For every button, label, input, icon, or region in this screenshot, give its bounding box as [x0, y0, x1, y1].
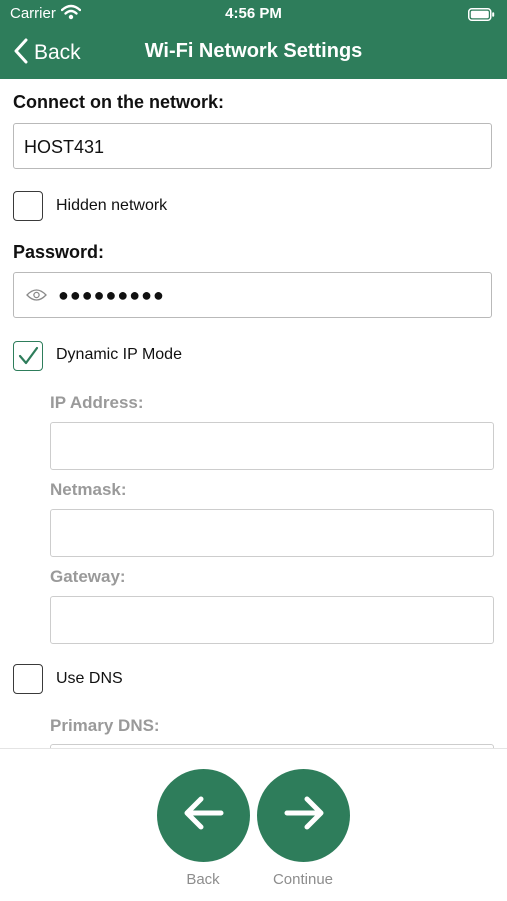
- status-bar: Carrier 4:56 PM: [0, 0, 507, 28]
- password-label: Password:: [13, 242, 105, 262]
- arrow-left-icon: [183, 796, 225, 835]
- ip-address-field[interactable]: [50, 422, 494, 470]
- ip-address-label: IP Address:: [50, 393, 144, 412]
- bottom-action-bar: Back Continue: [0, 748, 507, 901]
- hidden-network-label: Hidden network: [56, 197, 168, 214]
- back-button[interactable]: [157, 769, 250, 862]
- primary-dns-label: Primary DNS:: [50, 716, 160, 735]
- netmask-field[interactable]: [50, 509, 494, 557]
- page-title: Wi-Fi Network Settings: [144, 40, 363, 62]
- battery-icon: [468, 8, 495, 26]
- network-label: Connect on the network:: [13, 92, 224, 112]
- network-name-value: HOST431: [24, 137, 105, 157]
- hidden-network-checkbox[interactable]: [13, 191, 43, 221]
- continue-button[interactable]: [257, 769, 350, 862]
- dynamic-ip-label: Dynamic IP Mode: [56, 346, 182, 363]
- gateway-label: Gateway:: [50, 567, 126, 586]
- status-time: 4:56 PM: [225, 5, 282, 22]
- continue-button-label: Continue: [272, 871, 334, 888]
- dynamic-ip-checkbox[interactable]: [13, 341, 43, 371]
- network-name-field[interactable]: HOST431: [13, 123, 492, 169]
- password-masked-value: ●●●●●●●●●: [58, 285, 165, 305]
- use-dns-label: Use DNS: [56, 670, 123, 687]
- checkmark-icon: [17, 345, 39, 372]
- netmask-label: Netmask:: [50, 480, 127, 499]
- password-field[interactable]: ●●●●●●●●●: [13, 272, 492, 318]
- gateway-field[interactable]: [50, 596, 494, 644]
- navigation-header: Carrier 4:56 PM Back Wi-Fi Network Setti…: [0, 0, 507, 79]
- eye-icon[interactable]: [26, 288, 47, 307]
- use-dns-checkbox[interactable]: [13, 664, 43, 694]
- arrow-right-icon: [283, 796, 325, 835]
